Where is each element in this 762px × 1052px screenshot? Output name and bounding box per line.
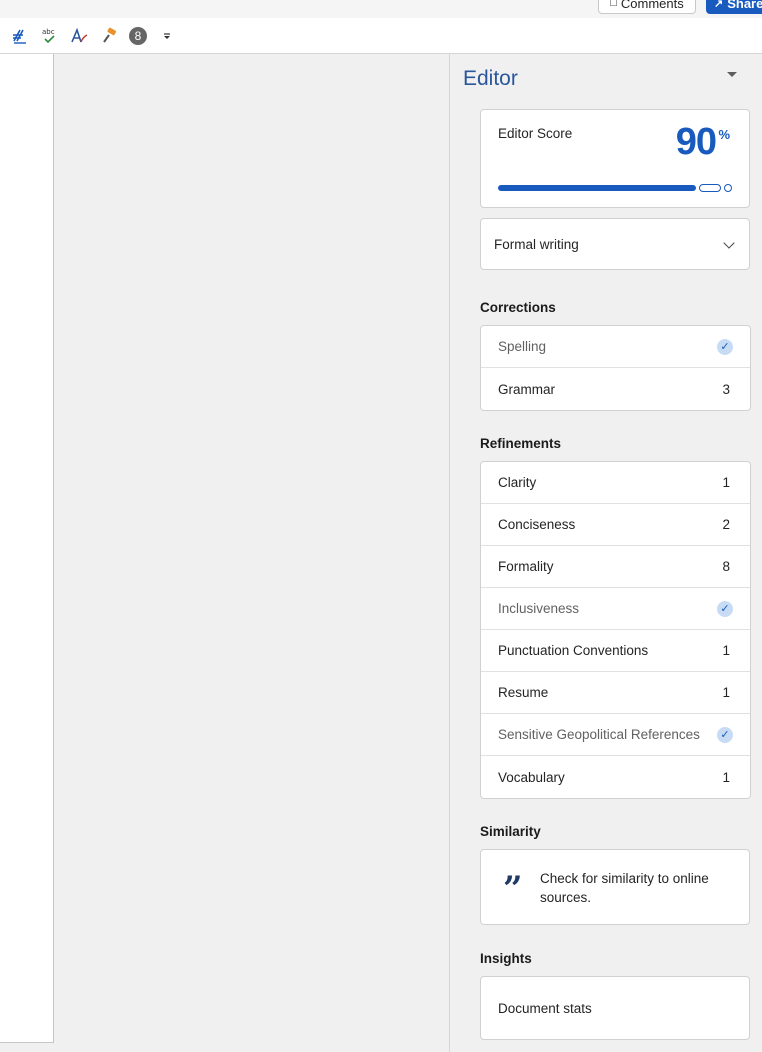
share-label: Share	[727, 0, 762, 11]
checkmark-icon: ✓	[717, 600, 733, 617]
pane-divider[interactable]	[449, 54, 450, 1052]
similarity-check-card[interactable]: ” Check for similarity to online sources…	[480, 849, 750, 925]
share-icon: ↗	[714, 0, 724, 10]
score-progress-segment	[699, 184, 721, 192]
similarity-description: Check for similarity to online sources.	[540, 871, 709, 905]
checkmark-icon: ✓	[717, 726, 733, 743]
refinement-count: 1	[722, 769, 730, 785]
editor-score-card: Editor Score 90 %	[480, 109, 750, 208]
refinements-list: Clarity 1 Conciseness 2 Formality 8 Incl…	[480, 461, 751, 799]
correction-grammar[interactable]: Grammar 3	[481, 368, 750, 410]
editor-score-value: 90	[675, 121, 717, 163]
refinement-label: Inclusiveness	[498, 601, 580, 616]
quote-icon: ”	[503, 869, 523, 909]
pane-options-caret-icon[interactable]	[727, 72, 737, 77]
document-page[interactable]	[0, 54, 54, 1043]
svg-text:abc: abc	[42, 28, 55, 36]
refinement-vocabulary[interactable]: Vocabulary 1	[481, 756, 750, 798]
refinement-clarity[interactable]: Clarity 1	[481, 462, 750, 504]
comments-label: Comments	[620, 0, 684, 11]
correction-label: Spelling	[498, 339, 547, 354]
refinement-label: Clarity	[498, 475, 537, 490]
document-stats-card[interactable]: Document stats	[480, 976, 750, 1040]
editor-score-label: Editor Score	[498, 126, 573, 141]
similarity-heading: Similarity	[480, 824, 541, 839]
correction-label: Grammar	[498, 381, 555, 397]
refinement-count: 1	[722, 475, 730, 490]
share-button[interactable]: ↗ Share	[706, 0, 762, 14]
quick-toolbar: abc 8	[0, 18, 762, 54]
refinement-label: Conciseness	[498, 517, 576, 532]
refinement-formality[interactable]: Formality 8	[481, 546, 750, 588]
editor-score-unit: %	[718, 127, 730, 142]
refinement-count: 2	[722, 517, 730, 532]
refinement-punctuation[interactable]: Punctuation Conventions 1	[481, 630, 750, 672]
font-style-icon[interactable]	[70, 27, 88, 45]
refinement-geopolitical[interactable]: Sensitive Geopolitical References ✓	[481, 714, 750, 756]
score-progress-dot	[724, 184, 732, 192]
format-painter-icon[interactable]	[100, 27, 118, 45]
refinement-label: Vocabulary	[498, 769, 565, 785]
spelling-icon[interactable]: abc	[41, 27, 59, 45]
writing-style-dropdown[interactable]: Formal writing	[480, 218, 750, 270]
correction-spelling[interactable]: Spelling ✓	[481, 326, 750, 368]
refinement-label: Resume	[498, 685, 549, 700]
refinement-conciseness[interactable]: Conciseness 2	[481, 504, 750, 546]
chevron-down-icon	[723, 237, 735, 249]
editor-pane-title: Editor	[463, 67, 518, 90]
writing-style-value: Formal writing	[494, 236, 579, 252]
refinement-label: Formality	[498, 559, 554, 574]
corrections-heading: Corrections	[480, 300, 556, 315]
correction-count: 3	[722, 381, 730, 397]
score-progress-fill	[498, 185, 696, 191]
refinements-heading: Refinements	[480, 436, 562, 451]
badge-value: 8	[134, 29, 142, 43]
refinement-count: 8	[722, 559, 730, 574]
refinement-count: 1	[722, 685, 730, 700]
refinement-count: 1	[722, 643, 730, 658]
refinement-label: Sensitive Geopolitical References	[498, 727, 700, 742]
comment-icon: □	[610, 0, 617, 9]
comments-button[interactable]: □ Comments	[598, 0, 696, 14]
refinement-label: Punctuation Conventions	[498, 643, 649, 658]
number-badge-icon[interactable]: 8	[129, 27, 147, 45]
editor-icon[interactable]	[11, 27, 29, 45]
insights-heading: Insights	[480, 951, 532, 966]
refinement-inclusiveness[interactable]: Inclusiveness ✓	[481, 588, 750, 630]
checkmark-icon: ✓	[717, 338, 733, 355]
corrections-list: Spelling ✓ Grammar 3	[480, 325, 751, 411]
refinement-resume[interactable]: Resume 1	[481, 672, 750, 714]
document-stats-label: Document stats	[498, 1000, 592, 1016]
more-options-icon[interactable]	[159, 27, 177, 45]
